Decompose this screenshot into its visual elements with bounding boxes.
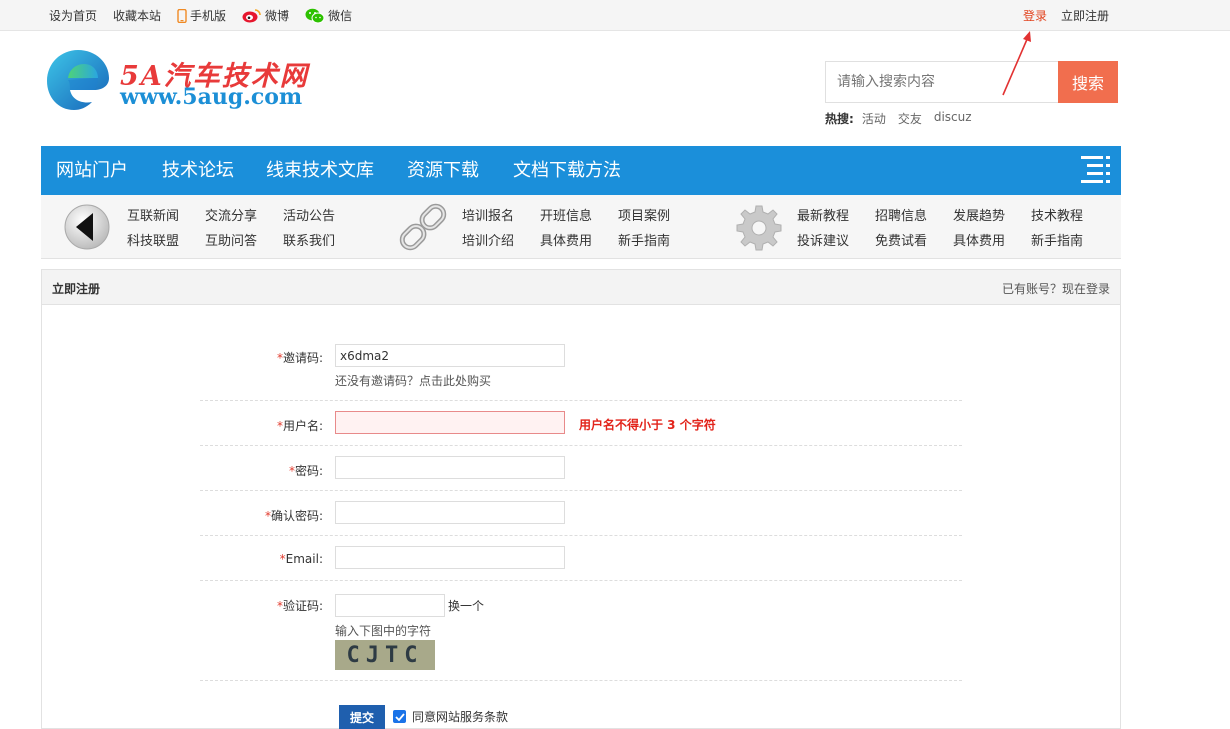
- username-input[interactable]: [335, 411, 565, 434]
- nav-item-doc-download-method[interactable]: 文档下载方法: [513, 146, 621, 195]
- menu-icon[interactable]: [1081, 154, 1111, 186]
- nav-item-downloads[interactable]: 资源下载: [407, 146, 479, 195]
- mobile-label: 手机版: [190, 9, 227, 23]
- set-home-link[interactable]: 设为首页: [49, 7, 97, 24]
- have-account-login-link[interactable]: 已有账号？现在登录: [1002, 280, 1110, 297]
- wechat-link[interactable]: 微信: [305, 7, 352, 24]
- agree-checkbox[interactable]: [393, 710, 406, 723]
- subnav-link[interactable]: 培训报名: [462, 205, 514, 224]
- captcha-image[interactable]: CJTC: [335, 640, 435, 670]
- mobile-icon: [177, 8, 187, 23]
- wechat-icon: [305, 8, 325, 23]
- subnav-link[interactable]: 开班信息: [540, 205, 592, 224]
- captcha-label: *验证码:: [276, 599, 323, 613]
- nav-item-forum[interactable]: 技术论坛: [162, 146, 234, 195]
- subnav-link[interactable]: 投诉建议: [797, 230, 849, 249]
- subnav-link[interactable]: 具体费用: [953, 230, 1005, 249]
- submit-button[interactable]: 提交: [339, 705, 385, 729]
- subnav-link[interactable]: 新手指南: [1031, 230, 1083, 249]
- subnav-link[interactable]: 招聘信息: [875, 205, 927, 224]
- subnav-link[interactable]: 科技联盟: [127, 230, 179, 249]
- email-label: *Email:: [279, 552, 323, 566]
- check-icon: [394, 712, 405, 721]
- form-row-invite: *邀请码: 还没有邀请码？点击此处购买: [200, 333, 962, 401]
- hot-search-label: 热搜:: [825, 112, 854, 126]
- search-input[interactable]: [825, 61, 1058, 103]
- captcha-tip: 输入下图中的字符: [335, 624, 432, 638]
- top-bar: 设为首页 收藏本站 手机版 微博 微信 登录 立即注册: [0, 0, 1230, 31]
- nav-item-portal[interactable]: 网站门户: [56, 146, 128, 195]
- password-label: *密码:: [288, 464, 323, 478]
- subnav-link[interactable]: 联系我们: [283, 230, 335, 249]
- subnav-link[interactable]: 互联新闻: [127, 205, 179, 224]
- subnav-link[interactable]: 具体费用: [540, 230, 592, 249]
- buy-invite-link[interactable]: 还没有邀请码？点击此处购买: [335, 372, 491, 389]
- chain-link-icon: [399, 203, 447, 251]
- top-links: 设为首页 收藏本站 手机版 微博 微信: [49, 0, 368, 31]
- top-bar-inner: 设为首页 收藏本站 手机版 微博 微信 登录 立即注册: [41, 0, 1121, 31]
- sub-nav: 互联新闻 交流分享 活动公告 科技联盟 互助问答 联系我们 培训报名 开班信息 …: [41, 195, 1121, 259]
- search-button[interactable]: 搜索: [1058, 61, 1118, 103]
- form-row-password: *密码:: [200, 446, 962, 491]
- hot-keyword[interactable]: 活动: [862, 110, 886, 127]
- confirm-password-label: *确认密码:: [264, 509, 323, 523]
- back-arrow-icon: [64, 204, 110, 250]
- hot-keyword[interactable]: 交友: [898, 110, 922, 127]
- nav-item-wiring-library[interactable]: 线束技术文库: [266, 146, 374, 195]
- form-row-email: *Email:: [200, 536, 962, 581]
- agree-terms[interactable]: 同意网站服务条款: [393, 708, 508, 725]
- search-box: 搜索: [825, 61, 1118, 103]
- login-link[interactable]: 登录: [1023, 7, 1047, 24]
- subnav-link[interactable]: 发展趋势: [953, 205, 1005, 224]
- subnav-link[interactable]: 项目案例: [618, 205, 670, 224]
- username-error-message: 用户名不得小于 3 个字符: [579, 418, 716, 432]
- weibo-link[interactable]: 微博: [242, 7, 289, 24]
- invite-label: *邀请码:: [276, 351, 323, 365]
- register-panel: 立即注册 已有账号？现在登录 *邀请码: 还没有邀请码？点击此处购买 *用户名:…: [41, 269, 1121, 729]
- subnav-link[interactable]: 最新教程: [797, 205, 849, 224]
- subnav-link[interactable]: 活动公告: [283, 205, 335, 224]
- form-row-captcha: *验证码: 换一个 输入下图中的字符 CJTC: [200, 581, 962, 681]
- hot-search: 热搜: 活动 交友 discuz: [825, 110, 984, 127]
- captcha-refresh-link[interactable]: 换一个: [448, 597, 484, 614]
- agree-terms-label: 同意网站服务条款: [412, 710, 509, 724]
- subnav-link[interactable]: 新手指南: [618, 230, 670, 249]
- password-input[interactable]: [335, 456, 565, 479]
- weibo-label: 微博: [265, 9, 290, 23]
- register-link[interactable]: 立即注册: [1061, 7, 1109, 24]
- subnav-link[interactable]: 培训介绍: [462, 230, 514, 249]
- captcha-input[interactable]: [335, 594, 445, 617]
- weibo-icon: [242, 9, 261, 23]
- bookmark-link[interactable]: 收藏本站: [113, 7, 161, 24]
- subnav-link[interactable]: 交流分享: [205, 205, 257, 224]
- subnav-link[interactable]: 技术教程: [1031, 205, 1083, 224]
- subnav-link[interactable]: 互助问答: [205, 230, 257, 249]
- invite-code-input[interactable]: [335, 344, 565, 367]
- confirm-password-input[interactable]: [335, 501, 565, 524]
- subnav-link[interactable]: 免费试看: [875, 230, 927, 249]
- form-row-confirm-password: *确认密码:: [200, 491, 962, 536]
- logo-emblem-icon: [47, 50, 109, 110]
- hot-keyword[interactable]: discuz: [934, 110, 972, 127]
- site-logo[interactable]: 5A汽车技术网 www.5aug.com: [44, 46, 334, 114]
- wechat-label: 微信: [328, 9, 353, 23]
- main-nav: 网站门户 技术论坛 线束技术文库 资源下载 文档下载方法: [41, 146, 1121, 195]
- gear-icon: [736, 205, 782, 251]
- username-label: *用户名:: [276, 419, 323, 433]
- email-input[interactable]: [335, 546, 565, 569]
- panel-title: 立即注册: [52, 282, 101, 296]
- form-row-username: *用户名: 用户名不得小于 3 个字符: [200, 401, 962, 446]
- mobile-link[interactable]: 手机版: [177, 7, 226, 24]
- panel-header: 立即注册 已有账号？现在登录: [42, 270, 1120, 305]
- auth-links: 登录 立即注册: [1023, 0, 1109, 31]
- logo-url: www.5aug.com: [120, 84, 303, 110]
